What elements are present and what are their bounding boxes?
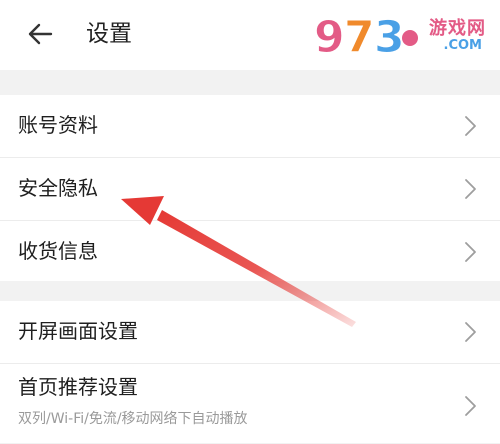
settings-item-subtitle: 双列/Wi-Fi/免流/移动网络下自动播放 — [18, 411, 248, 427]
arrow-left-icon — [28, 23, 53, 45]
settings-group-display: 开屏画面设置 首页推荐设置 双列/Wi-Fi/免流/移动网络下自动播放 — [0, 301, 500, 443]
settings-item-label: 安全隐私 — [18, 176, 98, 200]
settings-group-account: 账号资料 安全隐私 收货信息 — [0, 95, 500, 281]
chevron-right-icon — [465, 116, 476, 136]
watermark-domain: .COM — [443, 38, 482, 53]
settings-item-security-privacy[interactable]: 安全隐私 — [0, 158, 500, 221]
settings-item-home-recommend[interactable]: 首页推荐设置 双列/Wi-Fi/免流/移动网络下自动播放 — [0, 364, 500, 444]
back-button[interactable] — [22, 16, 58, 52]
chevron-right-icon — [465, 179, 476, 199]
settings-item-account-profile[interactable]: 账号资料 — [0, 95, 500, 158]
settings-item-label: 账号资料 — [18, 113, 98, 137]
site-watermark-logo: 9 7 3 游戏网 .COM — [310, 8, 490, 61]
svg-text:3: 3 — [374, 12, 405, 60]
svg-text:7: 7 — [344, 12, 375, 60]
chevron-right-icon — [465, 242, 476, 262]
watermark-logo-icon: 9 7 3 — [314, 12, 418, 60]
settings-item-label: 收货信息 — [18, 239, 98, 263]
top-bar: 设置 9 7 3 游戏网 .COM — [0, 0, 500, 70]
chevron-right-icon — [465, 322, 476, 342]
watermark-brand: 游戏网 — [429, 18, 486, 39]
settings-item-splash-screen[interactable]: 开屏画面设置 — [0, 301, 500, 364]
svg-text:9: 9 — [314, 12, 345, 60]
settings-item-shipping-info[interactable]: 收货信息 — [0, 221, 500, 283]
chevron-right-icon — [465, 396, 476, 416]
settings-item-label: 开屏画面设置 — [18, 319, 138, 343]
page-title: 设置 — [86, 21, 132, 47]
settings-item-label: 首页推荐设置 — [18, 375, 138, 399]
